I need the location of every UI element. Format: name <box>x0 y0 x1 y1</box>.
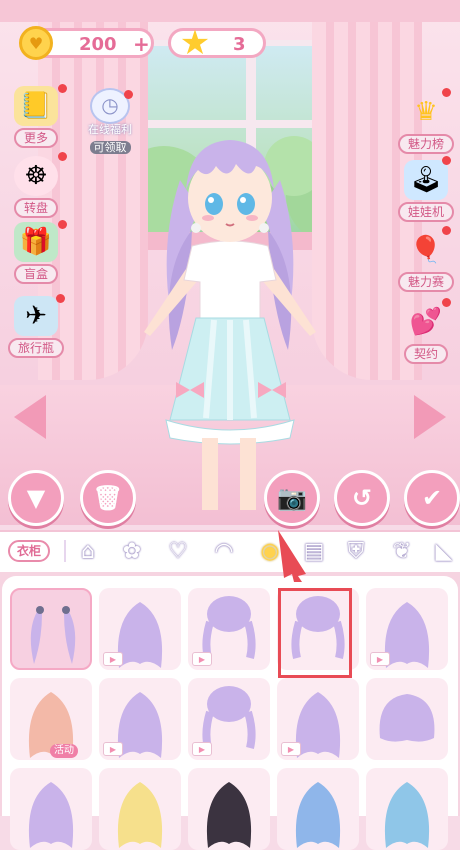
trash-icon: 🗑 <box>92 484 124 512</box>
hairstyle-item[interactable] <box>99 768 181 850</box>
hairstyle-item[interactable]: ▶ <box>188 588 270 670</box>
crown-icon: ♛ <box>414 97 438 127</box>
charm-rank-button[interactable]: ♛ 魅力榜 <box>396 92 456 154</box>
checkmark-icon: ✔ <box>421 484 443 512</box>
contract-label: 契约 <box>403 344 448 364</box>
notification-dot <box>58 152 67 161</box>
wheel-label: 转盘 <box>13 198 58 218</box>
notification-dot <box>56 294 65 303</box>
hairstyle-item[interactable]: ▶ <box>277 678 359 760</box>
hairstyle-item[interactable] <box>188 768 270 850</box>
video-ad-icon: ▶ <box>103 742 123 756</box>
camera-button[interactable]: 📷 <box>264 470 320 526</box>
notification-dot <box>58 84 67 93</box>
online-reward-status: 可领取 <box>89 141 131 154</box>
home-category-icon[interactable]: ⌂ <box>72 536 104 566</box>
undo-icon: ↺ <box>351 484 373 512</box>
curtain-pelmet <box>0 0 460 22</box>
hairstyle-item[interactable] <box>10 588 92 670</box>
hairstyle-item[interactable]: ▶ <box>366 588 448 670</box>
contract-button[interactable]: 💕 契约 <box>396 302 456 364</box>
hairstyle-icon <box>295 782 341 848</box>
hairstyle-icon <box>379 694 435 742</box>
claw-machine-icon: 🕹 <box>404 160 448 200</box>
next-arrow[interactable] <box>410 394 450 440</box>
pointer-arrow-icon <box>278 530 306 582</box>
video-ad-icon: ▶ <box>370 652 390 666</box>
video-ad-icon: ▶ <box>192 742 212 756</box>
doll-character[interactable] <box>140 120 320 520</box>
notification-dot <box>442 298 451 307</box>
prev-arrow[interactable] <box>10 394 50 440</box>
notification-dot <box>442 226 451 235</box>
video-ad-icon: ▶ <box>281 742 301 756</box>
shoes-category-icon[interactable]: ◣ <box>428 536 460 566</box>
video-ad-icon: ▶ <box>192 652 212 666</box>
chevron-down-icon: ▼ <box>26 484 46 512</box>
arrow-left-icon <box>14 395 46 439</box>
hairstyle-icon <box>28 782 74 848</box>
airplane-icon: ✈ <box>14 296 58 336</box>
gift-box-icon: 🎁 <box>14 222 58 262</box>
coin-value: 200 <box>79 34 117 55</box>
video-ad-icon: ▶ <box>103 652 123 666</box>
hairstyle-item[interactable]: ▶ <box>99 588 181 670</box>
notification-dot <box>124 90 133 99</box>
hearts-icon: 💕 <box>409 307 443 337</box>
notebook-icon: 📒 <box>14 86 58 126</box>
hairstyle-icon <box>117 782 163 848</box>
online-reward-title: 在线福利 <box>88 123 132 136</box>
charm-contest-button[interactable]: 🎈 魅力赛 <box>396 230 456 292</box>
hairstyle-item[interactable]: 活动 <box>10 678 92 760</box>
charm-rank-label: 魅力榜 <box>397 134 454 154</box>
highlight-box <box>278 588 352 678</box>
star-value: 3 <box>233 34 246 55</box>
hairstyle-item[interactable] <box>10 768 92 850</box>
claw-machine-button[interactable]: 🕹 娃娃机 <box>396 160 456 222</box>
hair-front-category-icon[interactable]: ◠ <box>208 536 240 566</box>
blindbox-label: 盲盒 <box>13 264 58 284</box>
claw-machine-label: 娃娃机 <box>397 202 454 222</box>
notification-dot <box>442 156 451 165</box>
hairstyle-item[interactable]: ▶ <box>188 678 270 760</box>
hairstyle-item[interactable] <box>366 768 448 850</box>
event-badge: 活动 <box>50 744 78 758</box>
hairstyle-icon <box>30 606 76 664</box>
more-button[interactable]: 📒 更多 <box>6 86 66 148</box>
star-icon: ★ <box>179 23 211 63</box>
hairstyle-icon <box>384 782 430 848</box>
coin-icon: ♥ <box>19 26 53 60</box>
camera-icon: 📷 <box>277 484 307 512</box>
undo-button[interactable]: ↺ <box>334 470 390 526</box>
confirm-button[interactable]: ✔ <box>404 470 460 526</box>
hairstyle-item[interactable] <box>277 768 359 850</box>
skirt-category-icon[interactable]: ⛨ <box>340 536 372 566</box>
delete-button[interactable]: 🗑 <box>80 470 136 526</box>
notification-dot <box>442 88 451 97</box>
collapse-button[interactable]: ▼ <box>8 470 64 526</box>
notification-dot <box>58 220 67 229</box>
paw-category-icon[interactable]: ✿ <box>116 536 148 566</box>
spin-wheel-icon: ☸ <box>14 156 58 196</box>
coin-counter[interactable]: ♥ 200 + <box>19 26 154 60</box>
hearts-category-icon[interactable]: ♡ <box>162 536 194 566</box>
travel-bottle-label: 旅行瓶 <box>7 338 64 358</box>
travel-bottle-button[interactable]: ✈ 旅行瓶 <box>6 296 66 358</box>
hairstyle-item[interactable]: ▶ <box>99 678 181 760</box>
more-label: 更多 <box>13 128 58 148</box>
socks-category-icon[interactable]: ❦ <box>386 536 418 566</box>
divider <box>64 540 66 562</box>
hairstyle-item[interactable] <box>366 678 448 760</box>
balloons-icon: 🎈 <box>409 235 443 265</box>
blindbox-button[interactable]: 🎁 盲盒 <box>6 222 66 284</box>
wheel-button[interactable]: ☸ 转盘 <box>6 156 66 218</box>
charm-contest-label: 魅力赛 <box>397 272 454 292</box>
add-coins-button[interactable]: + <box>133 32 150 56</box>
star-counter[interactable]: ★ 3 <box>168 23 266 63</box>
wardrobe-button[interactable]: 衣柜 <box>8 540 50 562</box>
arrow-right-icon <box>414 395 446 439</box>
hairstyle-icon <box>206 782 252 848</box>
